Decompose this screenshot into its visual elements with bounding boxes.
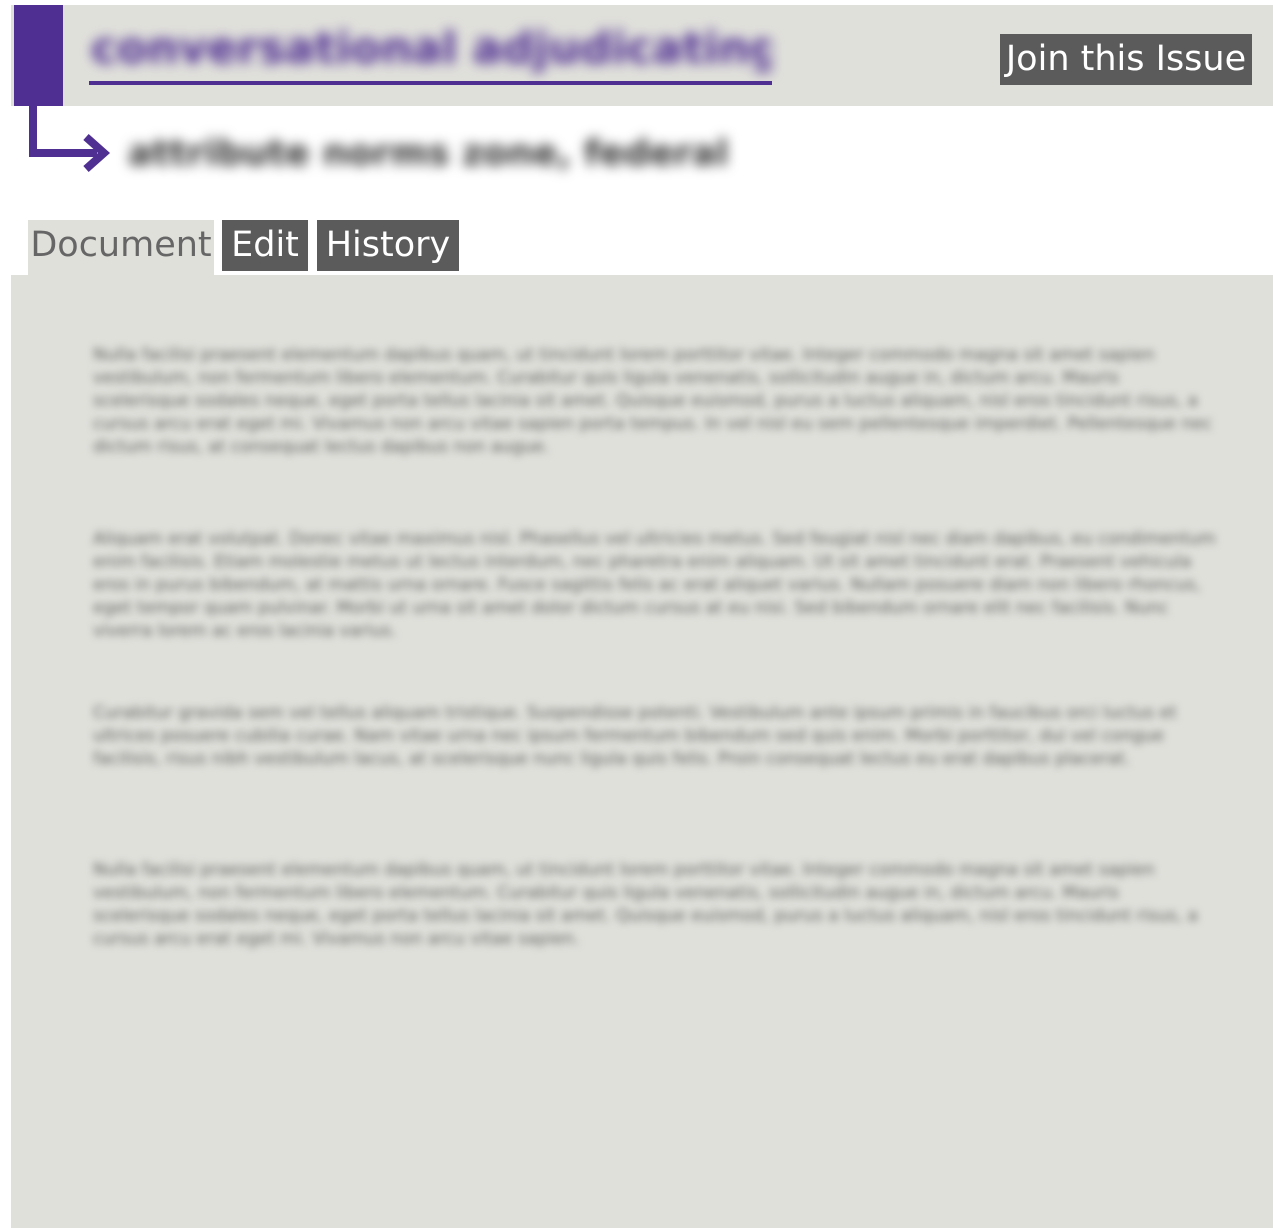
issue-title-underline <box>89 81 772 85</box>
document-paragraph: Aliquam erat volutpat. Donec vitae maxim… <box>93 529 1216 641</box>
issue-subtitle: attribute norms zone, federal <box>128 133 729 174</box>
tab-edit[interactable]: Edit <box>222 220 308 271</box>
issue-page: conversational adjudicating site Join th… <box>0 0 1273 1228</box>
issue-title-link[interactable]: conversational adjudicating site <box>91 20 771 78</box>
document-paragraph: Nulla facilisi praesent elementum dapibu… <box>93 860 1198 949</box>
join-issue-button[interactable]: Join this Issue <box>1000 34 1252 85</box>
accent-block <box>14 5 63 106</box>
document-content: Nulla facilisi praesent elementum dapibu… <box>11 275 1273 1228</box>
tab-history[interactable]: History <box>317 220 459 271</box>
tab-document[interactable]: Document <box>28 220 214 275</box>
arrow-turn-right-icon <box>29 103 111 172</box>
document-paragraph: Nulla facilisi praesent elementum dapibu… <box>93 345 1213 457</box>
document-paragraph: Curabitur gravida sem vel tellus aliquam… <box>93 703 1177 769</box>
